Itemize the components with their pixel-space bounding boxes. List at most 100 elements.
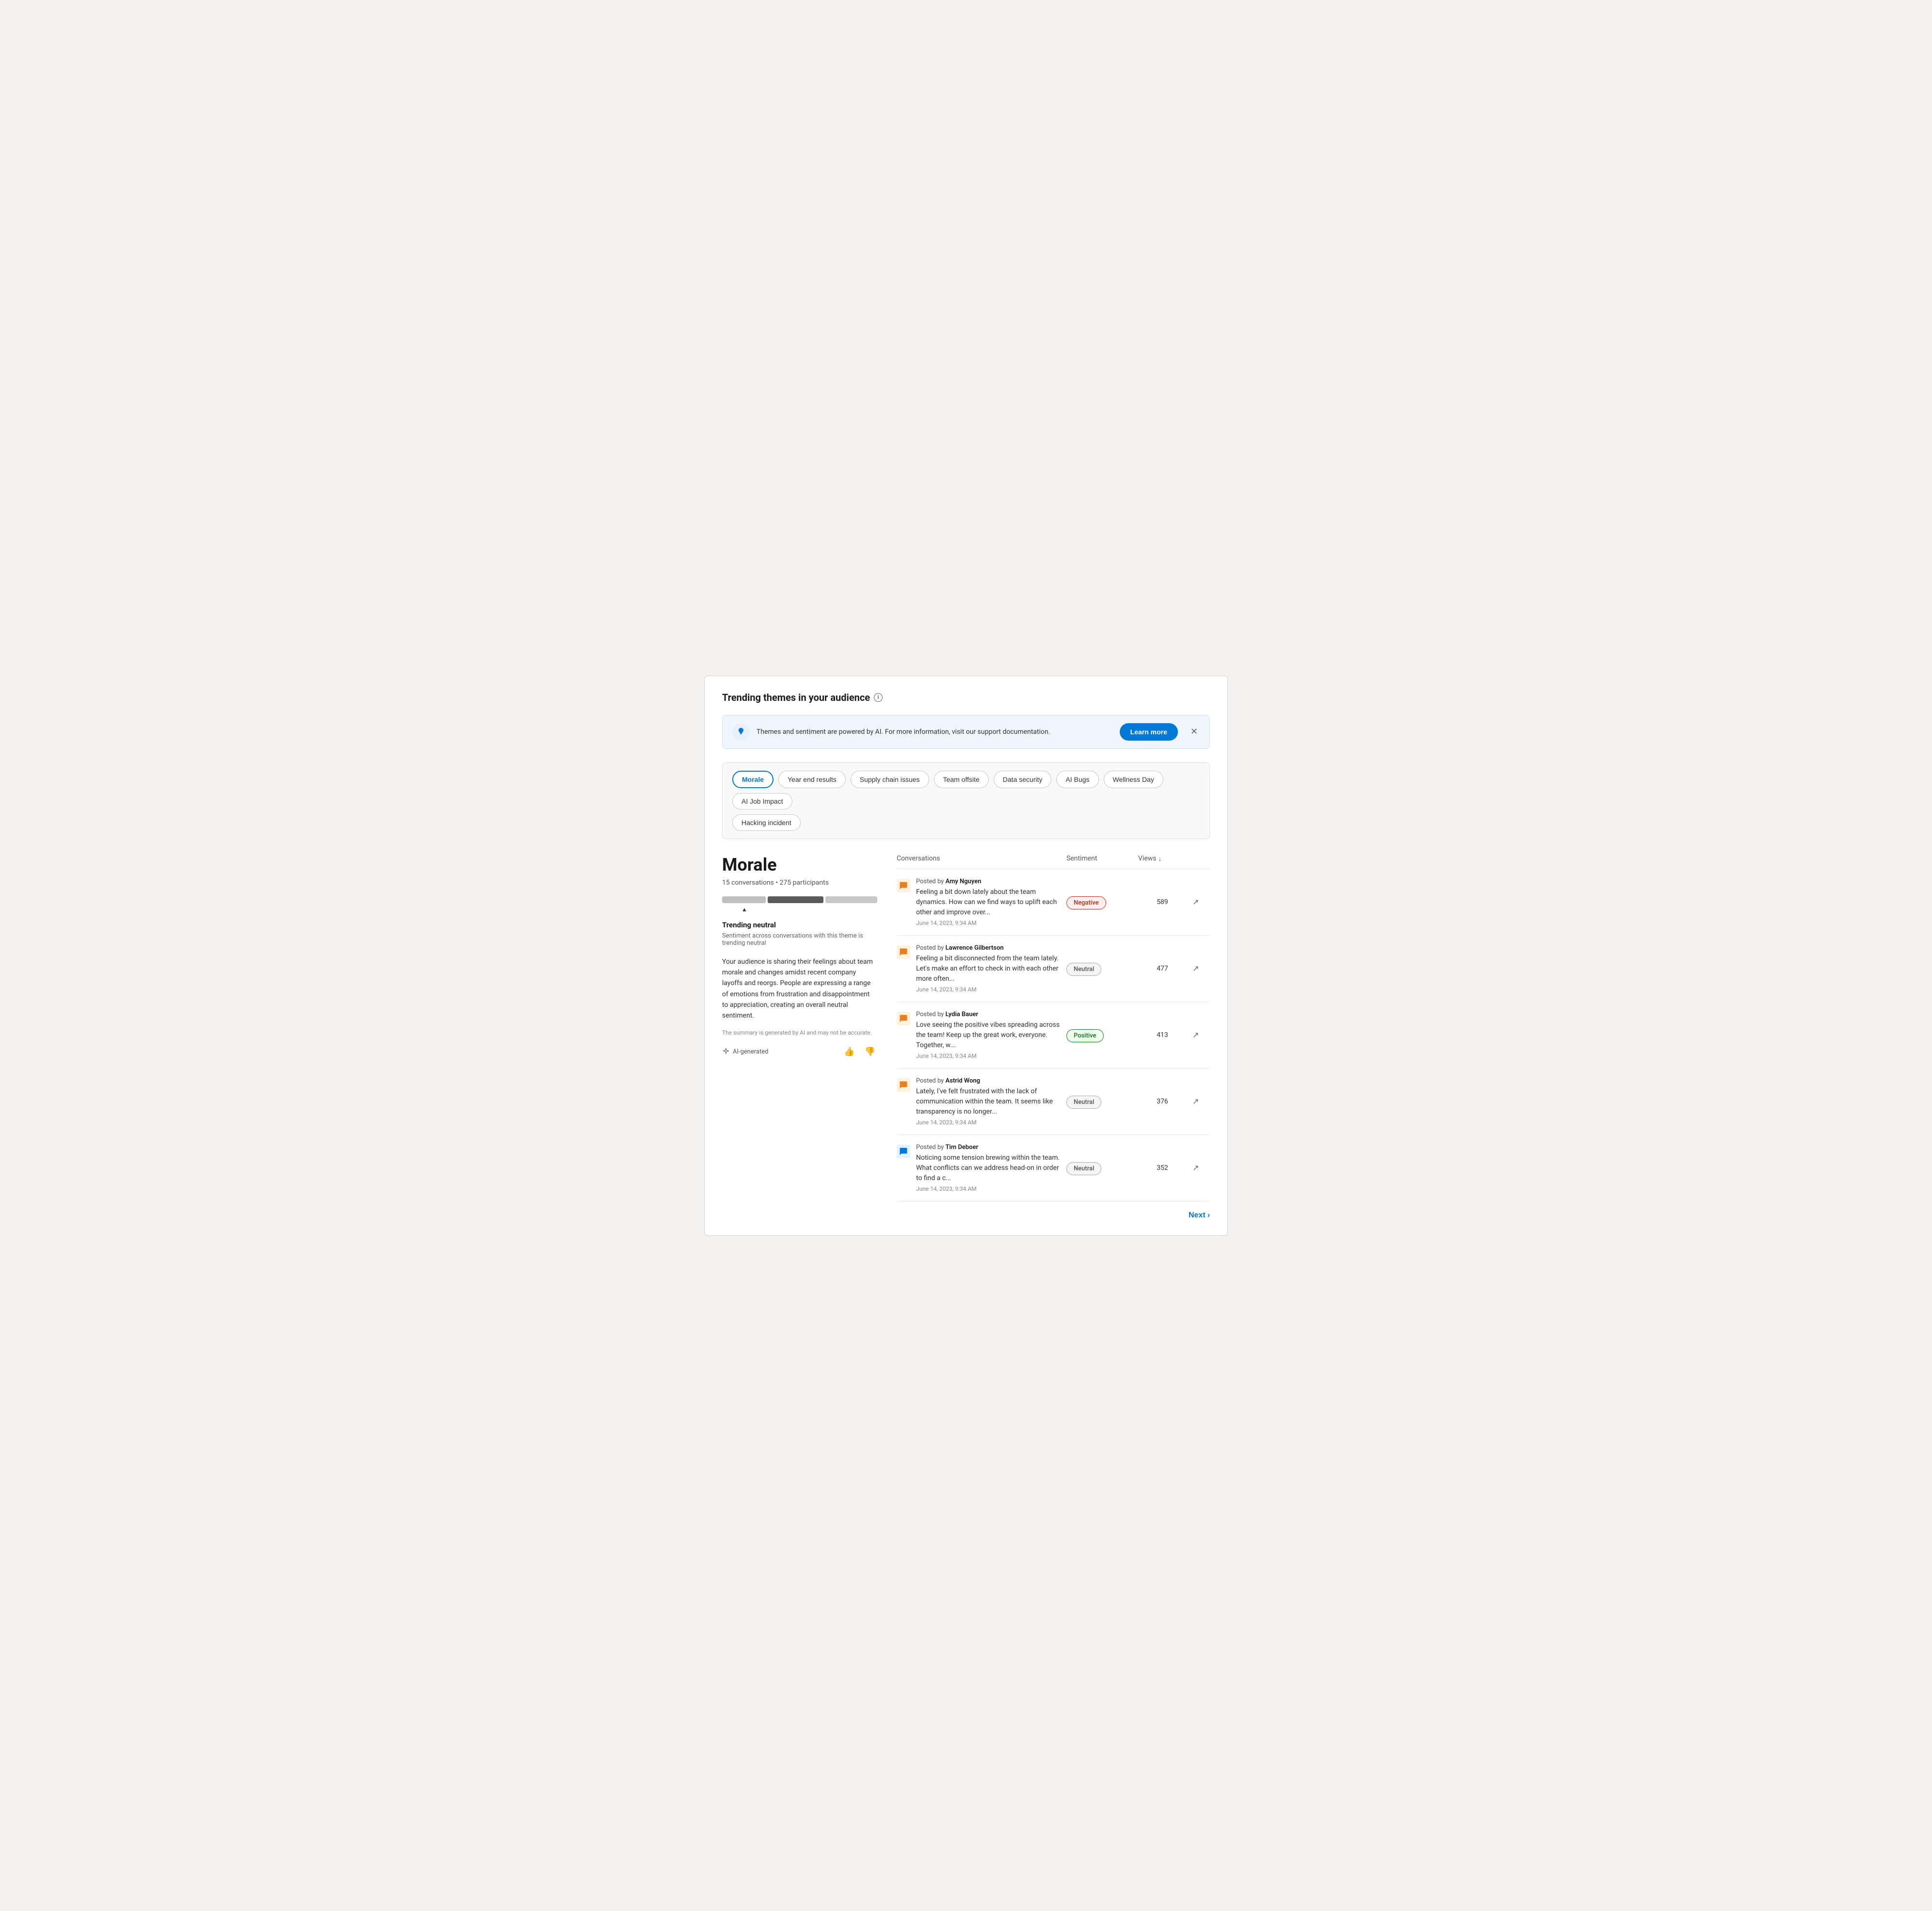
message-icon-2 bbox=[899, 948, 908, 956]
conv-content-2: Posted by Lawrence Gilbertson Feeling a … bbox=[916, 944, 1063, 993]
conv-date-5: June 14, 2023, 9:34 AM bbox=[916, 1185, 1063, 1192]
conv-content-4: Posted by Astrid Wong Lately, I've felt … bbox=[916, 1077, 1063, 1126]
table-header: Conversations Sentiment Views ↓ bbox=[897, 855, 1210, 869]
tab-ai-bugs[interactable]: AI Bugs bbox=[1056, 771, 1098, 788]
bar-neutral bbox=[768, 896, 823, 903]
ai-disclaimer: The summary is generated by AI and may n… bbox=[722, 1029, 877, 1036]
message-icon-1 bbox=[899, 881, 908, 890]
sentiment-cell-4: Neutral bbox=[1066, 1097, 1134, 1106]
trend-cell-1: ↗ bbox=[1191, 895, 1210, 909]
table-row: Posted by Lawrence Gilbertson Feeling a … bbox=[897, 936, 1210, 1002]
next-button[interactable]: Next › bbox=[1189, 1211, 1210, 1220]
ai-badge-label: AI-generated bbox=[733, 1048, 769, 1055]
trend-cell-2: ↗ bbox=[1191, 962, 1210, 975]
trend-button-4[interactable]: ↗ bbox=[1191, 1095, 1201, 1108]
views-cell-3: 413 bbox=[1138, 1031, 1187, 1039]
conv-main-5: Posted by Tim Deboer Noticing some tensi… bbox=[897, 1144, 1063, 1192]
triangle-indicator: ▲ bbox=[741, 906, 877, 913]
trend-cell-3: ↗ bbox=[1191, 1028, 1210, 1042]
conv-main-4: Posted by Astrid Wong Lately, I've felt … bbox=[897, 1077, 1063, 1126]
right-panel: Conversations Sentiment Views ↓ bbox=[897, 855, 1210, 1220]
conversations-count: 15 conversations bbox=[722, 879, 774, 887]
sentiment-bar bbox=[722, 896, 877, 903]
page-title-area: Trending themes in your audience i bbox=[722, 692, 1210, 703]
conv-content-3: Posted by Lydia Bauer Love seeing the po… bbox=[916, 1011, 1063, 1059]
conv-author-5: Posted by Tim Deboer bbox=[916, 1144, 1063, 1151]
conv-text-2: Feeling a bit disconnected from the team… bbox=[916, 954, 1063, 984]
message-icon-5 bbox=[899, 1147, 908, 1156]
views-cell-1: 589 bbox=[1138, 898, 1187, 906]
tab-morale[interactable]: Morale bbox=[732, 771, 773, 788]
ai-banner-icon bbox=[732, 723, 750, 741]
bar-negative bbox=[722, 896, 766, 903]
conv-main-2: Posted by Lawrence Gilbertson Feeling a … bbox=[897, 944, 1063, 993]
conv-icon-2 bbox=[897, 945, 910, 959]
banner-close-button[interactable]: ✕ bbox=[1189, 725, 1200, 739]
conv-text-3: Love seeing the positive vibes spreading… bbox=[916, 1020, 1063, 1051]
sentiment-cell-1: Negative bbox=[1066, 897, 1134, 907]
thumbs-down-button[interactable]: 👎 bbox=[863, 1045, 877, 1059]
conv-main-1: Posted by Amy Nguyen Feeling a bit down … bbox=[897, 878, 1063, 926]
views-cell-5: 352 bbox=[1138, 1164, 1187, 1172]
table-row: Posted by Lydia Bauer Love seeing the po… bbox=[897, 1002, 1210, 1069]
sentiment-badge-4: Neutral bbox=[1066, 1096, 1101, 1109]
trend-button-3[interactable]: ↗ bbox=[1191, 1028, 1201, 1042]
main-container: Trending themes in your audience i Theme… bbox=[704, 676, 1228, 1236]
trend-button-2[interactable]: ↗ bbox=[1191, 962, 1201, 975]
learn-more-button[interactable]: Learn more bbox=[1120, 723, 1178, 741]
conv-text-5: Noticing some tension brewing within the… bbox=[916, 1153, 1063, 1183]
conv-date-1: June 14, 2023, 9:34 AM bbox=[916, 920, 1063, 926]
sentiment-cell-5: Neutral bbox=[1066, 1163, 1134, 1172]
conv-content-5: Posted by Tim Deboer Noticing some tensi… bbox=[916, 1144, 1063, 1192]
table-row: Posted by Tim Deboer Noticing some tensi… bbox=[897, 1135, 1210, 1201]
ai-banner: Themes and sentiment are powered by AI. … bbox=[722, 715, 1210, 749]
message-icon-4 bbox=[899, 1081, 908, 1089]
col-views[interactable]: Views ↓ bbox=[1138, 855, 1187, 863]
ai-badge: AI-generated bbox=[722, 1048, 769, 1055]
tab-team-offsite[interactable]: Team offsite bbox=[934, 771, 989, 788]
info-icon[interactable]: i bbox=[874, 693, 883, 702]
tab-year-end-results[interactable]: Year end results bbox=[778, 771, 846, 788]
conv-icon-4 bbox=[897, 1078, 910, 1092]
tab-supply-chain-issues[interactable]: Supply chain issues bbox=[851, 771, 929, 788]
chevron-right-icon: › bbox=[1208, 1211, 1210, 1220]
trend-button-1[interactable]: ↗ bbox=[1191, 895, 1201, 909]
tab-ai-job-impact[interactable]: AI Job Impact bbox=[732, 793, 792, 810]
col-sentiment: Sentiment bbox=[1066, 855, 1134, 863]
sentiment-badge-1: Negative bbox=[1066, 896, 1106, 909]
sentiment-badge-5: Neutral bbox=[1066, 1162, 1101, 1175]
trending-sub: Sentiment across conversations with this… bbox=[722, 932, 877, 947]
views-cell-2: 477 bbox=[1138, 965, 1187, 972]
sentiment-badge-3: Positive bbox=[1066, 1029, 1104, 1042]
tab-wellness-day[interactable]: Wellness Day bbox=[1104, 771, 1163, 788]
conv-date-3: June 14, 2023, 9:34 AM bbox=[916, 1053, 1063, 1059]
tabs-row: Morale Year end results Supply chain iss… bbox=[732, 771, 1200, 810]
conv-text-1: Feeling a bit down lately about the team… bbox=[916, 887, 1063, 918]
summary-text: Your audience is sharing their feelings … bbox=[722, 956, 877, 1021]
pagination-row: Next › bbox=[897, 1201, 1210, 1220]
sentiment-cell-2: Neutral bbox=[1066, 964, 1134, 973]
tab-data-security[interactable]: Data security bbox=[994, 771, 1052, 788]
conv-date-4: June 14, 2023, 9:34 AM bbox=[916, 1119, 1063, 1126]
topic-meta: 15 conversations • 275 participants bbox=[722, 879, 877, 887]
table-row: Posted by Astrid Wong Lately, I've felt … bbox=[897, 1069, 1210, 1135]
col-actions bbox=[1191, 855, 1210, 863]
table-row: Posted by Amy Nguyen Feeling a bit down … bbox=[897, 869, 1210, 936]
banner-text: Themes and sentiment are powered by AI. … bbox=[757, 728, 1113, 736]
thumbs-up-button[interactable]: 👍 bbox=[842, 1045, 856, 1059]
content-area: Morale 15 conversations • 275 participan… bbox=[722, 855, 1210, 1220]
tabs-area: Morale Year end results Supply chain iss… bbox=[722, 762, 1210, 839]
tabs-row-2: Hacking incident bbox=[732, 814, 1200, 831]
sentiment-cell-3: Positive bbox=[1066, 1030, 1134, 1039]
message-icon-3 bbox=[899, 1014, 908, 1023]
conv-icon-1 bbox=[897, 879, 910, 892]
left-panel: Morale 15 conversations • 275 participan… bbox=[722, 855, 877, 1220]
sparkle-icon bbox=[722, 1048, 730, 1055]
trend-button-5[interactable]: ↗ bbox=[1191, 1161, 1201, 1175]
trending-label: Trending neutral bbox=[722, 921, 877, 929]
conv-content-1: Posted by Amy Nguyen Feeling a bit down … bbox=[916, 878, 1063, 926]
trend-cell-4: ↗ bbox=[1191, 1095, 1210, 1108]
page-title: Trending themes in your audience bbox=[722, 692, 870, 703]
tab-hacking-incident[interactable]: Hacking incident bbox=[732, 814, 801, 831]
sort-icon: ↓ bbox=[1159, 855, 1162, 863]
